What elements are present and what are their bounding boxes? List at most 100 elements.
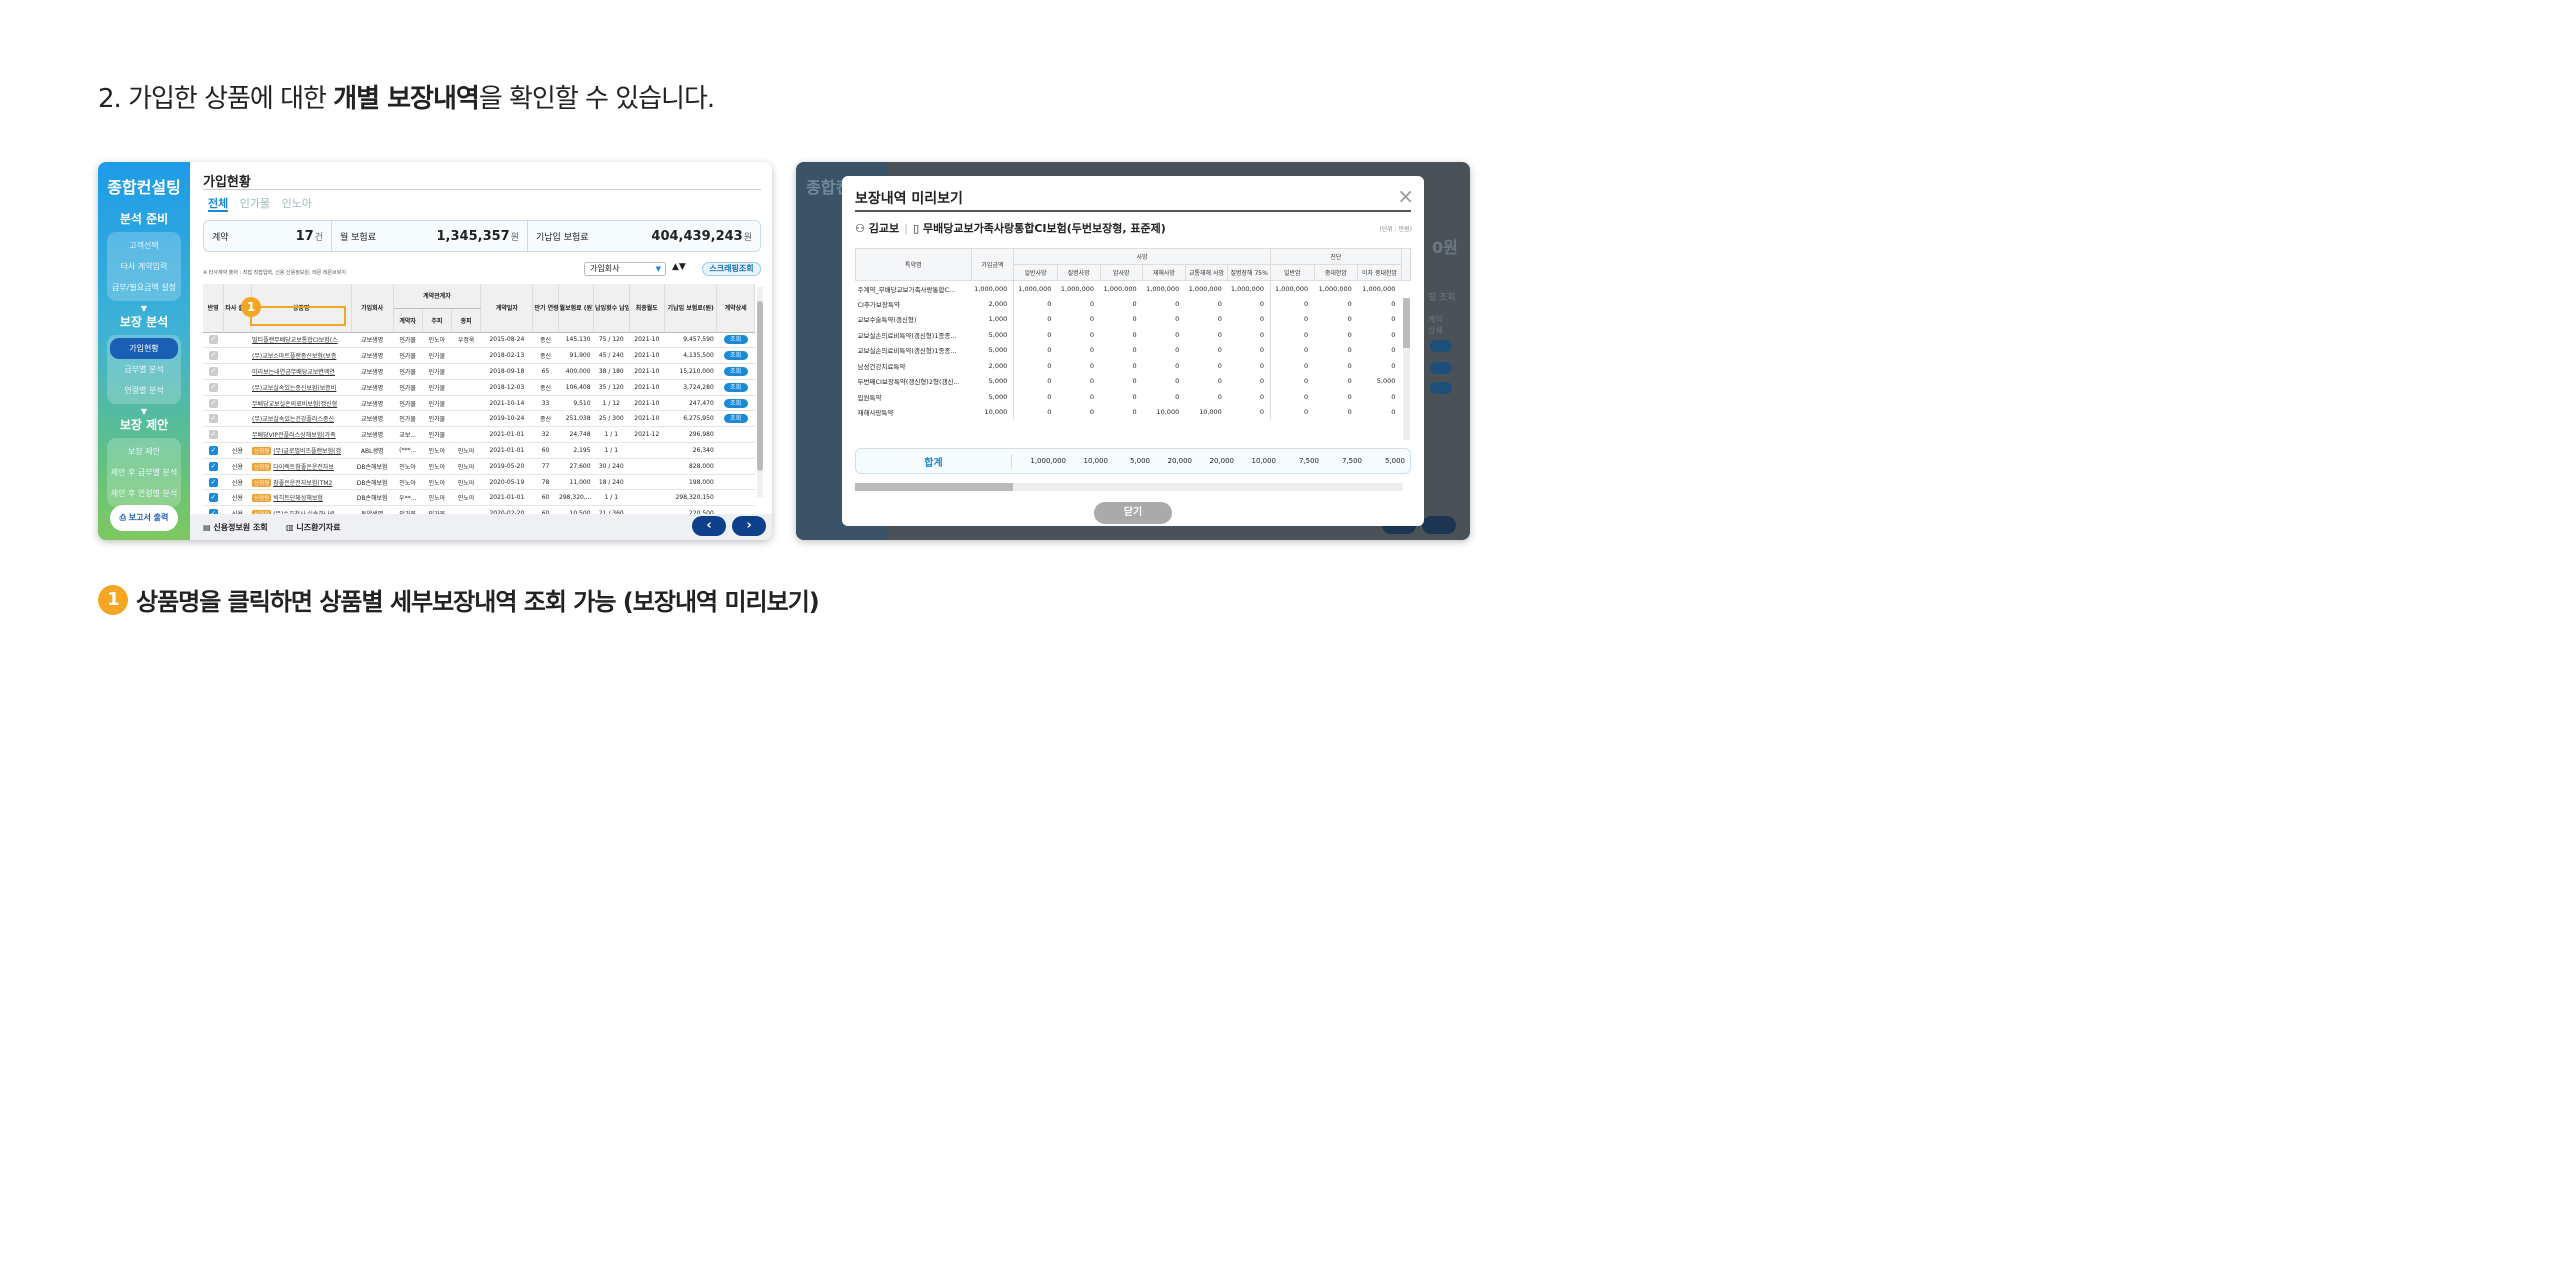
view-button[interactable]: 조회: [723, 382, 748, 392]
coverage-value: 0: [1217, 330, 1222, 339]
sub-insured-cell: 인노아: [451, 489, 481, 507]
col-main: 주피: [422, 308, 453, 333]
product-name-link[interactable]: 신정원 빅히트단체상해보험: [251, 489, 352, 507]
scrollbar-thumb[interactable]: [757, 301, 763, 471]
tab-innoa[interactable]: 인노아: [282, 197, 312, 210]
paid-cell: 9,457,590: [664, 332, 717, 349]
premium-cell: 2,195: [558, 442, 594, 459]
sidebar-item-proposal[interactable]: 보장 제안: [107, 441, 181, 462]
premium-cell: 251,038: [558, 410, 594, 428]
checkbox[interactable]: ✓: [208, 461, 218, 471]
contract-label: 계약: [212, 232, 229, 243]
product-name-link[interactable]: 신정원 다이렉트참좋은운전자보: [251, 458, 352, 475]
owner-cell: 우**...: [393, 489, 423, 507]
coverage-value: 1,000,000: [1060, 284, 1094, 293]
date-cell: 2021-01-01: [480, 489, 533, 507]
background-amount: 0원: [1432, 238, 1458, 257]
age-cell: 60: [532, 489, 559, 507]
divider: [203, 189, 761, 190]
table-row: ✓ 멀티플랜무배당교보통합CI보험(스 교보생명 인가물 인노아 우정욱 2015-08-2…: [203, 332, 755, 349]
sidebar-item-benefit-analysis[interactable]: 급부별 분석: [107, 359, 181, 380]
coverage-value: 0: [1132, 392, 1137, 401]
source-cell: [223, 363, 252, 380]
total-value: 10,000: [1083, 457, 1109, 465]
source-cell: 신용: [223, 474, 252, 491]
needs-material-link[interactable]: ▥ 니즈환기자료: [286, 522, 341, 533]
total-value: 5,000: [1384, 457, 1405, 465]
scrollbar-thumb[interactable]: [855, 483, 1013, 491]
coverage-value: 0: [1347, 392, 1352, 401]
view-button[interactable]: 조회: [723, 351, 748, 361]
source-cell: [223, 395, 252, 412]
sidebar-item-age-analysis[interactable]: 연령별 분석: [107, 380, 181, 401]
contract-count: 17: [295, 228, 314, 244]
close-button[interactable]: 닫기: [1094, 502, 1172, 524]
coverage-value: 0: [1089, 315, 1094, 324]
product-name-link[interactable]: 신정원 참좋은운전자보험(TM2: [251, 474, 352, 491]
next-button[interactable]: ›: [732, 516, 766, 536]
product-name-link[interactable]: 멀티플랜무배당교보통합CI보험(스: [251, 332, 352, 349]
product-name-link[interactable]: 미리보는내연금무배당교보변액연: [251, 363, 352, 380]
tab-ingamul[interactable]: 인가물: [240, 197, 270, 210]
checkbox[interactable]: ✓: [208, 430, 218, 440]
coverage-value: 1,000,000: [1275, 284, 1309, 293]
background-scrap: 링 조회: [1428, 293, 1456, 303]
checkbox[interactable]: ✓: [208, 366, 218, 376]
product-name-link[interactable]: (무)교보실속있는종신보험(보증비: [251, 379, 352, 396]
checkbox[interactable]: ✓: [208, 382, 218, 392]
checkbox[interactable]: ✓: [208, 445, 218, 455]
checkbox[interactable]: ✓: [208, 493, 218, 503]
coverage-value: 0: [1391, 315, 1396, 324]
scraping-button[interactable]: 스크래핑조회: [702, 262, 761, 276]
table-scrollbar[interactable]: [757, 287, 763, 497]
close-icon[interactable]: ×: [1397, 184, 1414, 208]
footnote-number: 1: [98, 584, 128, 615]
product-name-link[interactable]: 신정원 (무)글로벌비즈플랜보험(갱: [251, 442, 352, 459]
product-name-link[interactable]: 무배당교보실손의료비보험(갱신형: [251, 395, 352, 412]
premium-cell: 27,600: [558, 458, 594, 475]
coverage-value: 0: [1047, 377, 1052, 386]
paid-premium: 404,439,243: [651, 228, 743, 244]
sidebar-item-subscription[interactable]: 가입현황: [110, 338, 178, 359]
coverage-value: 0: [1132, 330, 1137, 339]
last-month-cell: [629, 474, 665, 491]
view-button[interactable]: 조회: [723, 366, 748, 376]
tab-all[interactable]: 전체: [208, 197, 229, 212]
main-insured-cell: 인가물: [422, 426, 452, 444]
premium-cell: 400,000: [558, 363, 594, 380]
modal-scrollbar[interactable]: [1403, 298, 1410, 440]
print-report-button[interactable]: ⎙ 보고서 출력: [110, 505, 178, 531]
sidebar-item-customer[interactable]: 고객선택: [107, 235, 181, 256]
coverage-value: 10,000: [1156, 408, 1180, 417]
sidebar-group-prep: 고객선택 타사 계약입력 급부/필요금액 설정: [107, 232, 181, 301]
col-age: 만기 연령: [532, 284, 559, 333]
insurer-select[interactable]: 가입회사 ▼: [584, 262, 666, 276]
coverage-value: 0: [1175, 299, 1180, 308]
sort-toggle[interactable]: ▲▼: [672, 262, 686, 272]
checkbox[interactable]: ✓: [208, 351, 218, 361]
summary-box: 계약 17건 월 보험료 1,345,357원 기납입 보험료 404,439,…: [203, 220, 761, 252]
scrollbar-thumb[interactable]: [1403, 298, 1410, 348]
view-button[interactable]: 조회: [723, 398, 748, 408]
checkbox[interactable]: ✓: [208, 477, 218, 487]
credit-info-link[interactable]: ▤ 신용정보원 조회: [203, 522, 268, 533]
sidebar-item-post-age[interactable]: 제안 후 연령별 분석: [107, 483, 181, 504]
print-report-label: 보고서 출력: [128, 513, 169, 522]
checkbox[interactable]: ✓: [208, 398, 218, 408]
horizontal-scrollbar[interactable]: [855, 483, 1403, 491]
product-name-link[interactable]: (무)교보실속있는건강플러스종신: [251, 410, 352, 428]
product-name-link[interactable]: (무)교보스마트플랜종신보험(보증: [251, 347, 352, 365]
sub-insured-cell: [451, 379, 481, 396]
sidebar-item-post-benefit[interactable]: 제안 후 급부별 분석: [107, 462, 181, 483]
rider-amount: 5,000: [971, 342, 1015, 358]
sidebar-item-benefit-setting[interactable]: 급부/필요금액 설정: [107, 277, 181, 298]
checkbox[interactable]: ✓: [208, 414, 218, 424]
product-name-link[interactable]: 무배당VIP전플러스상해보험(가족: [251, 426, 352, 444]
view-button[interactable]: 조회: [723, 414, 748, 424]
last-month-cell: [629, 489, 665, 507]
view-button[interactable]: 조회: [723, 335, 748, 345]
checkbox[interactable]: ✓: [208, 335, 218, 345]
prev-button[interactable]: ‹: [692, 516, 726, 536]
sidebar-item-other-contract[interactable]: 타사 계약입력: [107, 256, 181, 277]
age-cell: 32: [532, 426, 559, 444]
